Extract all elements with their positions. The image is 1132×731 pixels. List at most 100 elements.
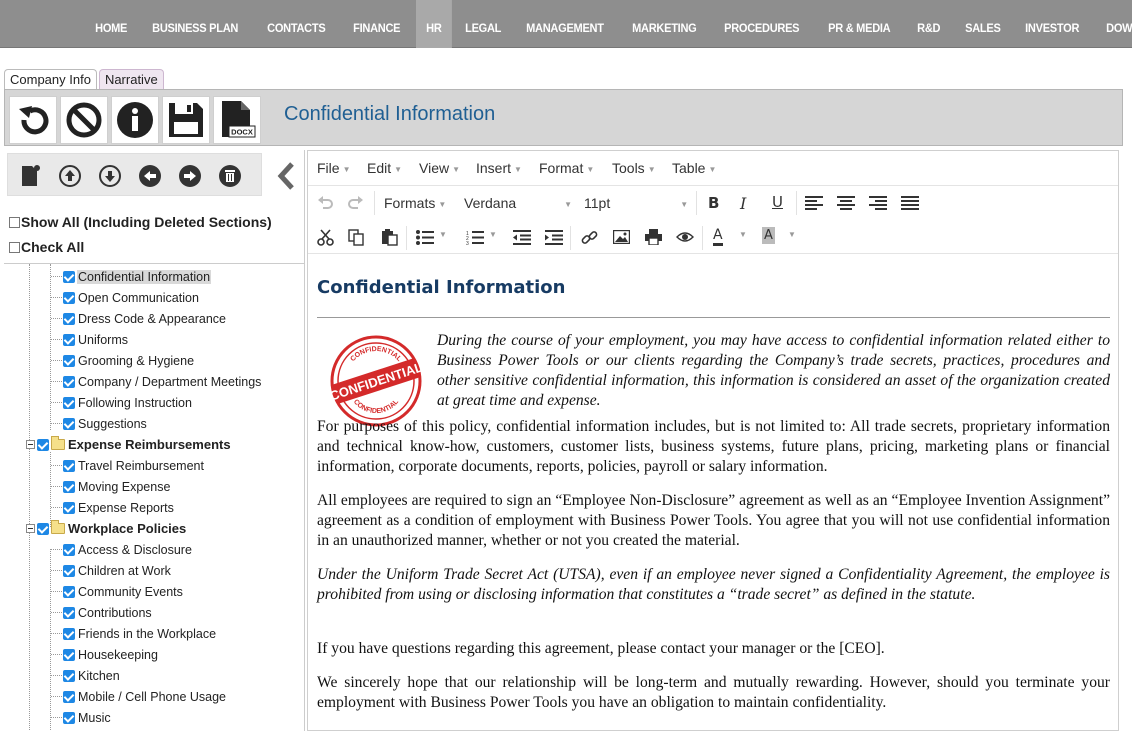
- undo-icon[interactable]: [317, 195, 333, 211]
- italic-icon[interactable]: I: [740, 194, 746, 213]
- checkbox-checked[interactable]: [63, 396, 75, 409]
- checkbox-checked[interactable]: [63, 312, 75, 325]
- font-size-select[interactable]: 11pt ▼: [584, 195, 688, 211]
- tree-item[interactable]: Following Instruction: [51, 392, 193, 413]
- indent-right-icon[interactable]: [178, 164, 202, 188]
- nav-business-plan[interactable]: BUSINESS PLAN: [142, 0, 248, 48]
- checkbox-checked[interactable]: [63, 354, 75, 367]
- align-left-icon[interactable]: [805, 196, 823, 210]
- tree-item[interactable]: Company / Department Meetings: [51, 371, 262, 392]
- numbered-list-caret[interactable]: ▼: [489, 230, 497, 239]
- checkbox-checked[interactable]: [63, 459, 75, 472]
- nav-investor[interactable]: INVESTOR: [1015, 0, 1089, 48]
- nav-pr-media[interactable]: PR & MEDIA: [818, 0, 900, 48]
- checkbox-checked[interactable]: [63, 501, 75, 514]
- nav-finance[interactable]: FINANCE: [343, 0, 410, 48]
- tree-item[interactable]: Suggestions: [51, 413, 148, 434]
- background-color-icon[interactable]: A: [762, 227, 775, 244]
- tree-item[interactable]: Moving Expense: [51, 476, 171, 497]
- move-down-icon[interactable]: [98, 164, 122, 188]
- numbered-list-icon[interactable]: 123: [466, 230, 484, 245]
- nav-home[interactable]: HOME: [85, 0, 137, 48]
- collapse-panel-icon[interactable]: [276, 161, 298, 191]
- move-up-icon[interactable]: [58, 164, 82, 188]
- show-all-option[interactable]: Show All (Including Deleted Sections): [9, 214, 272, 230]
- save-button[interactable]: [162, 96, 210, 144]
- checkbox-checked[interactable]: [63, 648, 75, 661]
- outdent-icon[interactable]: [513, 230, 531, 245]
- tree-item[interactable]: Contributions: [51, 602, 153, 623]
- checkbox-checked[interactable]: [37, 522, 49, 535]
- indent-icon[interactable]: [545, 230, 563, 245]
- text-color-caret[interactable]: ▼: [739, 230, 747, 239]
- checkbox-checked[interactable]: [63, 333, 75, 346]
- menu-table[interactable]: Table ▼: [672, 160, 716, 176]
- nav-marketing[interactable]: MARKETING: [622, 0, 707, 48]
- info-button[interactable]: [111, 96, 159, 144]
- redo-icon[interactable]: [348, 195, 364, 211]
- menu-view[interactable]: View ▼: [419, 160, 460, 176]
- new-section-icon[interactable]: [18, 164, 42, 188]
- checkbox-checked[interactable]: [63, 585, 75, 598]
- checkbox-checked[interactable]: [37, 438, 49, 451]
- checkbox-checked[interactable]: [63, 291, 75, 304]
- cut-icon[interactable]: [317, 229, 334, 246]
- menu-tools[interactable]: Tools ▼: [612, 160, 656, 176]
- font-family-select[interactable]: Verdana ▼: [464, 195, 572, 211]
- bullet-list-caret[interactable]: ▼: [439, 230, 447, 239]
- nav-procedures[interactable]: PROCEDURES: [714, 0, 809, 48]
- menu-file[interactable]: File ▼: [317, 160, 350, 176]
- checkbox-checked[interactable]: [63, 669, 75, 682]
- checkbox-checked[interactable]: [63, 417, 75, 430]
- checkbox-checked[interactable]: [63, 606, 75, 619]
- align-justify-icon[interactable]: [901, 196, 919, 210]
- tree-item[interactable]: Music: [51, 707, 112, 728]
- tree-group[interactable]: Workplace Policies: [26, 518, 187, 539]
- nav-rd[interactable]: R&D: [907, 0, 950, 48]
- menu-insert[interactable]: Insert ▼: [476, 160, 522, 176]
- collapse-toggle-icon[interactable]: [26, 524, 35, 533]
- check-all-checkbox[interactable]: [9, 241, 20, 253]
- nav-downloads[interactable]: DOWNLOADS: [1096, 0, 1132, 48]
- tree-item[interactable]: Housekeeping: [51, 644, 159, 665]
- tree-item[interactable]: Travel Reimbursement: [51, 455, 205, 476]
- copy-icon[interactable]: [348, 229, 365, 246]
- nav-legal[interactable]: LEGAL: [455, 0, 511, 48]
- checkbox-checked[interactable]: [63, 711, 75, 724]
- menu-edit[interactable]: Edit ▼: [367, 160, 402, 176]
- bold-icon[interactable]: B: [708, 194, 719, 212]
- outdent-left-icon[interactable]: [138, 164, 162, 188]
- tree-item[interactable]: Expense Reports: [51, 497, 175, 518]
- tree-item[interactable]: Dress Code & Appearance: [51, 308, 227, 329]
- print-icon[interactable]: [645, 229, 662, 245]
- tree-item[interactable]: Community Events: [51, 581, 184, 602]
- align-center-icon[interactable]: [837, 196, 855, 210]
- tree-item[interactable]: Mobile / Cell Phone Usage: [51, 686, 227, 707]
- checkbox-checked[interactable]: [63, 480, 75, 493]
- tree-item[interactable]: Confidential Information: [51, 266, 212, 287]
- tree-item[interactable]: Friends in the Workplace: [51, 623, 217, 644]
- image-icon[interactable]: [613, 230, 630, 244]
- tree-item[interactable]: Children at Work: [51, 560, 172, 581]
- checkbox-checked[interactable]: [63, 690, 75, 703]
- tree-item[interactable]: Open Communication: [51, 287, 200, 308]
- bullet-list-icon[interactable]: [416, 230, 434, 245]
- tree-item[interactable]: Access & Disclosure: [51, 539, 193, 560]
- export-docx-button[interactable]: DOCX: [213, 96, 261, 144]
- undo-button[interactable]: [9, 96, 57, 144]
- tab-company-info[interactable]: Company Info: [4, 69, 97, 89]
- nav-hr[interactable]: HR: [415, 0, 452, 48]
- editor-content[interactable]: Confidential Information CONFIDENTIAL CO…: [308, 255, 1118, 730]
- background-color-caret[interactable]: ▼: [788, 230, 796, 239]
- tree-item[interactable]: Grooming & Hygiene: [51, 350, 195, 371]
- align-right-icon[interactable]: [869, 196, 887, 210]
- preview-eye-icon[interactable]: [676, 231, 694, 243]
- delete-trash-icon[interactable]: [218, 164, 242, 188]
- underline-icon[interactable]: U: [772, 193, 783, 211]
- paste-icon[interactable]: [381, 229, 398, 246]
- text-color-icon[interactable]: A: [713, 227, 723, 246]
- check-all-option[interactable]: Check All: [9, 239, 84, 255]
- collapse-toggle-icon[interactable]: [26, 440, 35, 449]
- cancel-button[interactable]: [60, 96, 108, 144]
- formats-dropdown[interactable]: Formats ▼: [384, 195, 446, 211]
